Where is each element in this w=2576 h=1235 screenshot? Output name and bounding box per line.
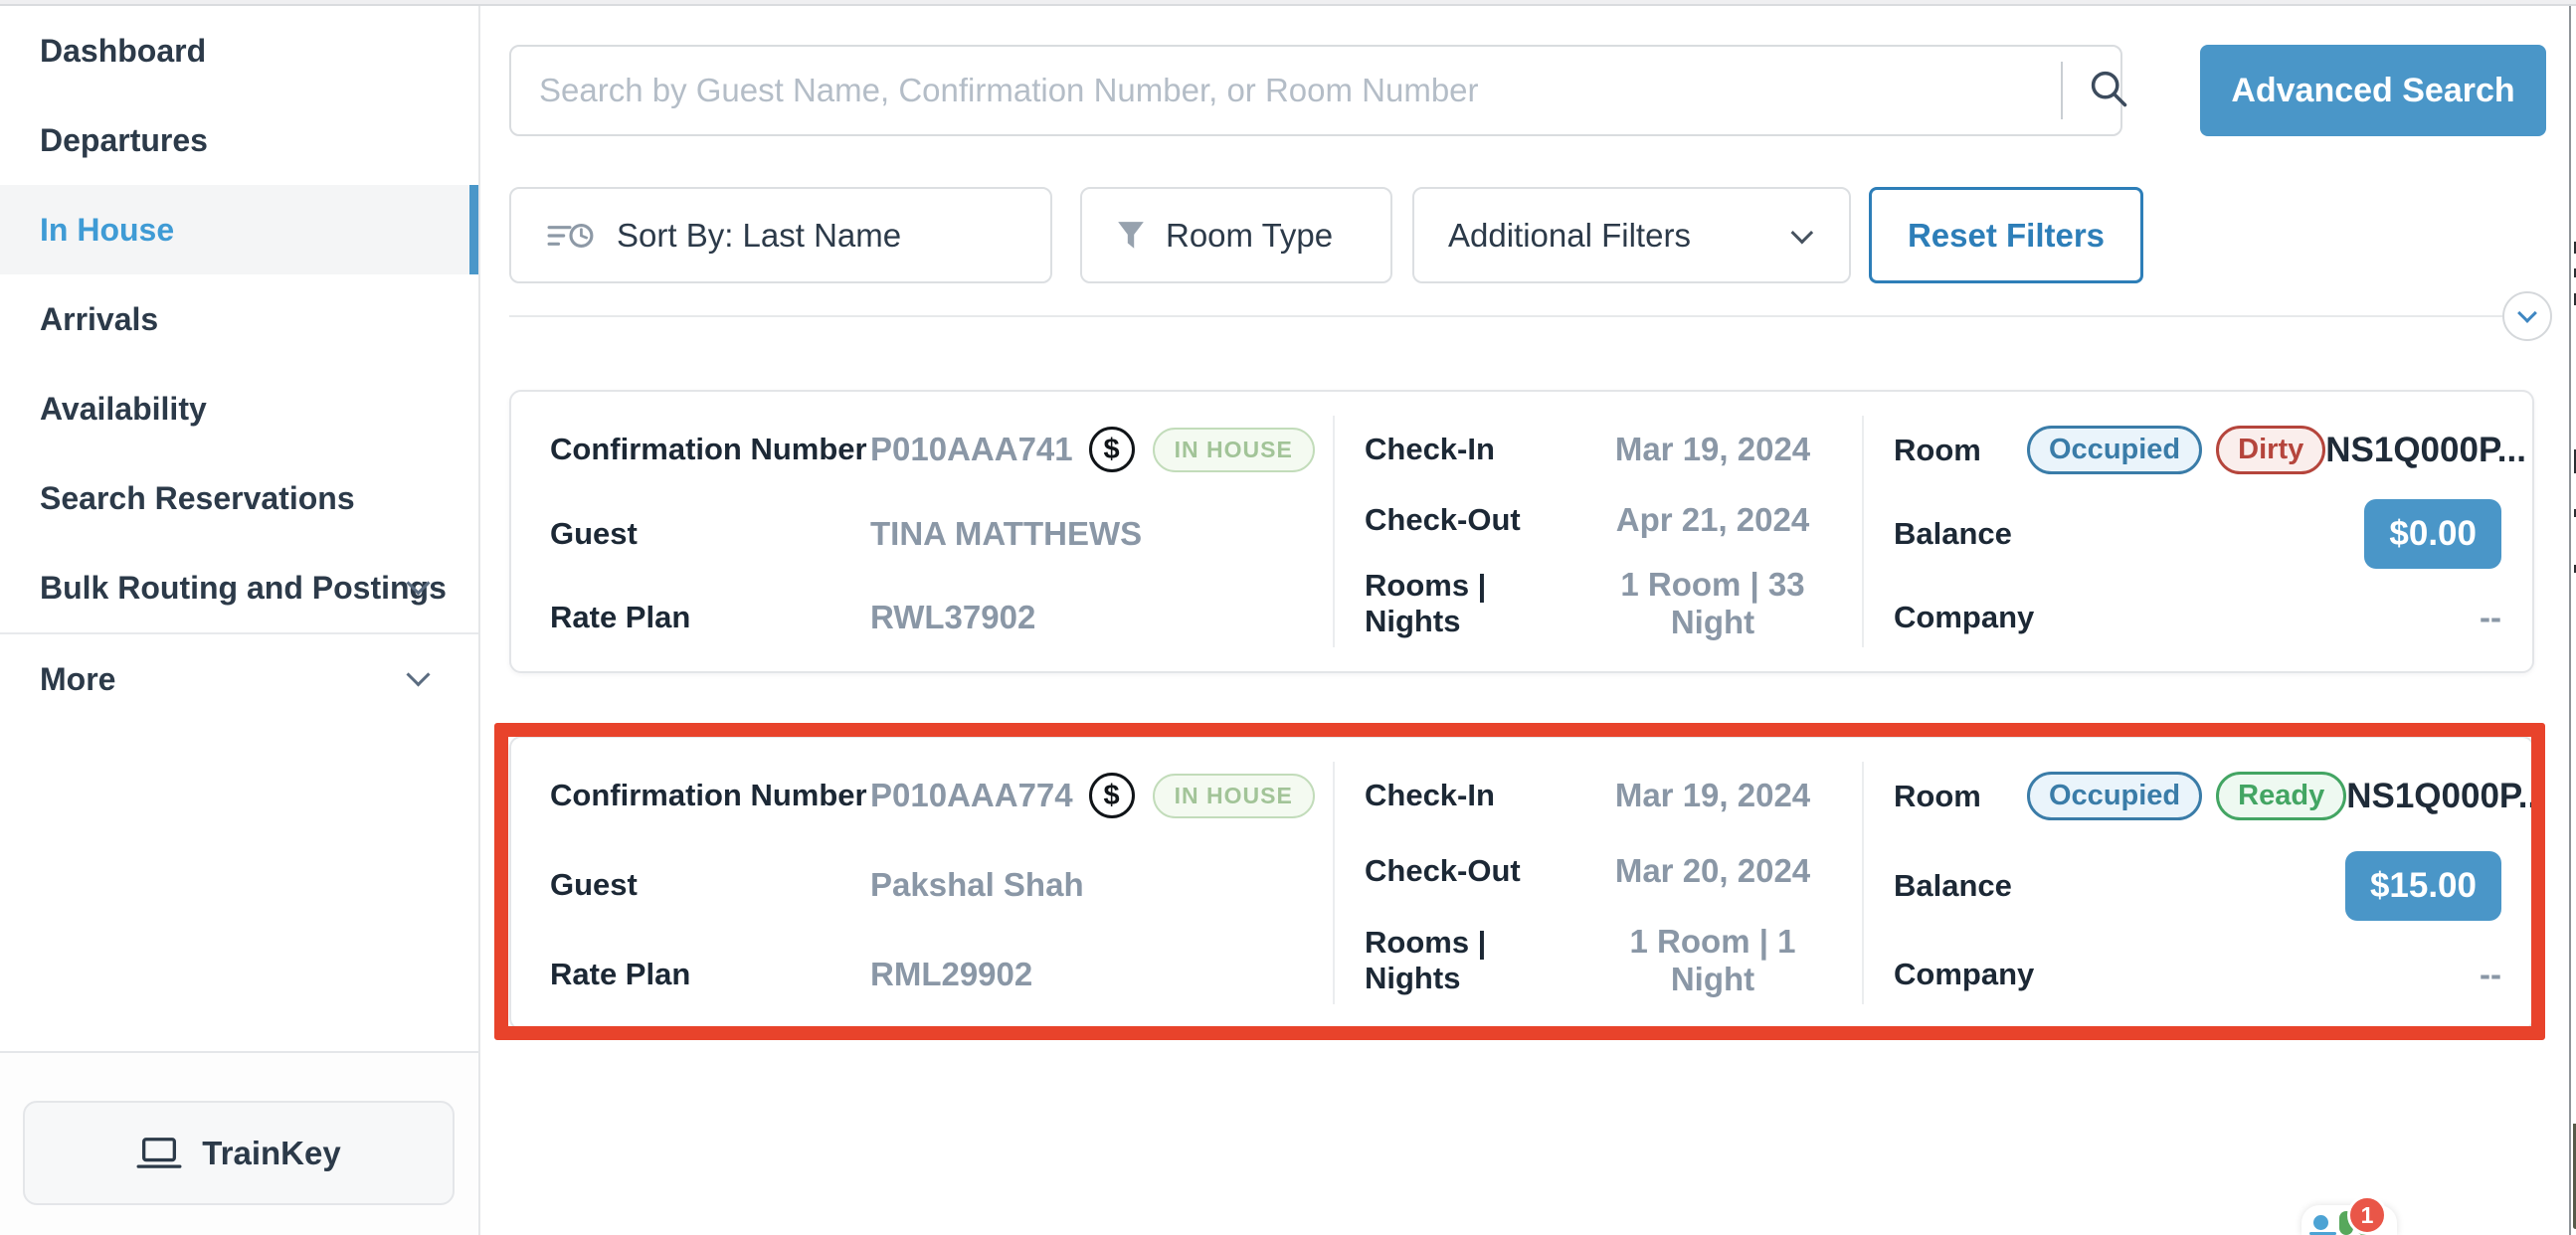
reservation-card[interactable]: Confirmation Number P010AAA741 $ IN HOUS… bbox=[509, 390, 2534, 673]
check-in-value: Mar 19, 2024 bbox=[1583, 431, 1862, 468]
guest-value: TINA MATTHEWS bbox=[870, 515, 1142, 553]
folio-dollar-icon[interactable]: $ bbox=[1089, 773, 1135, 818]
guest-value: Pakshal Shah bbox=[870, 866, 1084, 904]
check-in-label: Check-In bbox=[1365, 778, 1583, 813]
rooms-nights-value: 1 Room | 1 Night bbox=[1583, 923, 1862, 998]
company-value: -- bbox=[2480, 599, 2501, 636]
sidebar-item-label: Arrivals bbox=[40, 301, 158, 338]
rate-plan-value: RML29902 bbox=[870, 956, 1032, 993]
confirmation-label: Confirmation Number bbox=[550, 778, 870, 813]
rate-plan-label: Rate Plan bbox=[550, 600, 870, 635]
guest-label: Guest bbox=[550, 867, 870, 903]
sidebar-item-label: Dashboard bbox=[40, 33, 206, 70]
check-out-value: Mar 20, 2024 bbox=[1583, 852, 1862, 890]
room-type-label: Room Type bbox=[1166, 217, 1333, 255]
room-number: NS1Q000P... bbox=[2346, 777, 2547, 816]
sidebar-item-arrivals[interactable]: Arrivals bbox=[0, 274, 478, 364]
search-icon[interactable] bbox=[2087, 67, 2130, 110]
window-edge-strip bbox=[2569, 6, 2576, 1235]
company-value: -- bbox=[2480, 956, 2501, 993]
sidebar-item-search-reservations[interactable]: Search Reservations bbox=[0, 453, 478, 543]
sidebar-item-label: In House bbox=[40, 212, 174, 249]
sidebar-item-dashboard[interactable]: Dashboard bbox=[0, 6, 478, 95]
card-dates-column: Check-In Mar 19, 2024 Check-Out Apr 21, … bbox=[1333, 392, 1862, 671]
balance-label: Balance bbox=[1894, 516, 2027, 552]
confirmation-value: P010AAA741 bbox=[870, 431, 1073, 468]
room-label: Room bbox=[1894, 433, 2027, 468]
sidebar-item-label: Search Reservations bbox=[40, 480, 355, 517]
sort-clock-icon bbox=[547, 219, 595, 253]
sidebar-item-label: Departures bbox=[40, 122, 208, 159]
balance-label: Balance bbox=[1894, 868, 2027, 904]
card-dates-column: Check-In Mar 19, 2024 Check-Out Mar 20, … bbox=[1333, 738, 1862, 1028]
room-number: NS1Q000P... bbox=[2325, 431, 2526, 470]
card-identity-column: Confirmation Number P010AAA741 $ IN HOUS… bbox=[511, 392, 1333, 671]
trainkey-button[interactable]: TrainKey bbox=[23, 1101, 455, 1205]
confirmation-label: Confirmation Number bbox=[550, 432, 870, 467]
company-label: Company bbox=[1894, 957, 2027, 992]
confirmation-value: P010AAA774 bbox=[870, 777, 1073, 814]
reservation-card[interactable]: Confirmation Number P010AAA774 $ IN HOUS… bbox=[509, 736, 2534, 1030]
search-separator bbox=[2061, 62, 2063, 119]
advanced-search-button[interactable]: Advanced Search bbox=[2200, 45, 2546, 136]
guest-label: Guest bbox=[550, 516, 870, 552]
folio-dollar-icon[interactable]: $ bbox=[1089, 427, 1135, 472]
status-badge: IN HOUSE bbox=[1153, 774, 1315, 818]
sort-by-label: Sort By: Last Name bbox=[617, 217, 901, 255]
rooms-nights-value: 1 Room | 33 Night bbox=[1583, 566, 1862, 641]
sidebar-item-more[interactable]: More bbox=[0, 634, 478, 724]
sidebar-item-in-house[interactable]: In House bbox=[0, 185, 478, 274]
rate-plan-value: RWL37902 bbox=[870, 599, 1035, 636]
check-in-value: Mar 19, 2024 bbox=[1583, 777, 1862, 814]
sort-by-button[interactable]: Sort By: Last Name bbox=[509, 187, 1052, 283]
sidebar-item-label: Availability bbox=[40, 391, 207, 428]
company-label: Company bbox=[1894, 600, 2027, 635]
room-ready-badge: Ready bbox=[2216, 772, 2346, 820]
notification-badge: 1 bbox=[2347, 1195, 2387, 1235]
check-in-label: Check-In bbox=[1365, 432, 1583, 467]
rooms-nights-label: Rooms | Nights bbox=[1365, 568, 1583, 639]
room-occupied-badge: Occupied bbox=[2027, 426, 2202, 474]
reset-filters-button[interactable]: Reset Filters bbox=[1869, 187, 2143, 283]
card-room-column: Room Occupied Dirty NS1Q000P... Balance … bbox=[1862, 392, 2536, 671]
rate-plan-label: Rate Plan bbox=[550, 957, 870, 992]
additional-filters-button[interactable]: Additional Filters bbox=[1412, 187, 1851, 283]
chevron-down-icon bbox=[2517, 303, 2537, 323]
check-out-label: Check-Out bbox=[1365, 853, 1583, 889]
room-occupied-badge: Occupied bbox=[2027, 772, 2202, 820]
sidebar: Dashboard Departures In House Arrivals A… bbox=[0, 6, 480, 1235]
top-window-strip bbox=[0, 0, 2576, 6]
search-input[interactable] bbox=[509, 45, 2122, 136]
chat-glyph-blue-dot bbox=[2313, 1215, 2328, 1230]
room-label: Room bbox=[1894, 779, 2027, 814]
check-out-label: Check-Out bbox=[1365, 502, 1583, 538]
balance-chip[interactable]: $0.00 bbox=[2364, 499, 2501, 569]
room-dirty-badge: Dirty bbox=[2216, 426, 2325, 474]
trainkey-label: TrainKey bbox=[202, 1135, 340, 1172]
check-out-value: Apr 21, 2024 bbox=[1583, 501, 1862, 539]
status-badge: IN HOUSE bbox=[1153, 428, 1315, 472]
chevron-down-icon bbox=[406, 662, 430, 686]
balance-chip[interactable]: $15.00 bbox=[2345, 851, 2501, 921]
chevron-down-icon bbox=[1791, 221, 1814, 244]
room-type-button[interactable]: Room Type bbox=[1080, 187, 1392, 283]
card-room-column: Room Occupied Ready NS1Q000P... Balance … bbox=[1862, 738, 2536, 1028]
sidebar-footer: TrainKey bbox=[0, 1051, 478, 1235]
rooms-nights-label: Rooms | Nights bbox=[1365, 925, 1583, 996]
additional-filters-label: Additional Filters bbox=[1448, 217, 1691, 255]
list-divider bbox=[509, 315, 2502, 317]
sidebar-item-label: Bulk Routing and Postings bbox=[40, 570, 447, 607]
sidebar-item-bulk-routing[interactable]: Bulk Routing and Postings bbox=[0, 543, 478, 632]
laptop-icon bbox=[136, 1137, 182, 1170]
funnel-icon bbox=[1116, 220, 1146, 252]
collapse-list-button[interactable] bbox=[2502, 291, 2552, 341]
sidebar-item-label: More bbox=[40, 661, 115, 698]
sidebar-item-departures[interactable]: Departures bbox=[0, 95, 478, 185]
sidebar-item-availability[interactable]: Availability bbox=[0, 364, 478, 453]
card-identity-column: Confirmation Number P010AAA774 $ IN HOUS… bbox=[511, 738, 1333, 1028]
